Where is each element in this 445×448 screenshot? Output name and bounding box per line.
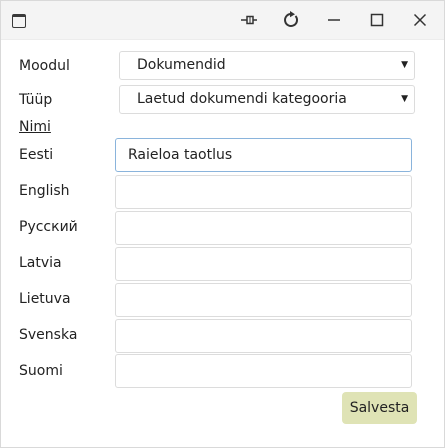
chevron-down-icon: ▼ [401, 60, 408, 70]
close-icon[interactable] [408, 9, 432, 31]
chevron-down-icon: ▼ [401, 94, 408, 104]
pin-icon[interactable] [237, 9, 261, 31]
lang-label-lietuva: Lietuva [19, 291, 71, 307]
name-input-latvia[interactable] [115, 247, 412, 281]
tyyp-select-value: Laetud dokumendi kategooria [137, 91, 347, 107]
maximize-icon[interactable] [365, 9, 389, 31]
lang-label-eesti: Eesti [19, 147, 54, 163]
name-input-eesti[interactable]: Raieloa taotlus [115, 138, 412, 172]
lang-label-suomi: Suomi [19, 363, 63, 379]
lang-label-svenska: Svenska [19, 327, 78, 343]
lang-label-russian: Русский [19, 219, 78, 235]
minimize-icon[interactable] [322, 9, 346, 31]
app-window-icon [12, 14, 26, 28]
name-input-lietuva[interactable] [115, 283, 412, 317]
moodul-select[interactable]: Dokumendid ▼ [119, 51, 415, 80]
refresh-icon[interactable] [279, 9, 303, 31]
tyyp-select[interactable]: Laetud dokumendi kategooria ▼ [119, 85, 415, 114]
moodul-label: Moodul [19, 58, 70, 74]
lang-label-latvia: Latvia [19, 255, 62, 271]
name-input-svenska[interactable] [115, 319, 412, 353]
name-input-english[interactable] [115, 175, 412, 209]
tyyp-label: Tüüp [19, 92, 53, 108]
lang-label-english: English [19, 183, 70, 199]
moodul-select-value: Dokumendid [137, 57, 226, 73]
name-input-suomi[interactable] [115, 354, 412, 388]
save-button[interactable]: Salvesta [342, 392, 417, 424]
nimi-label: Nimi [19, 119, 51, 135]
name-input-russian[interactable] [115, 211, 412, 245]
title-bar [1, 1, 444, 40]
dialog-window: Moodul Dokumendid ▼ Tüüp Laetud dokumend… [0, 0, 445, 448]
